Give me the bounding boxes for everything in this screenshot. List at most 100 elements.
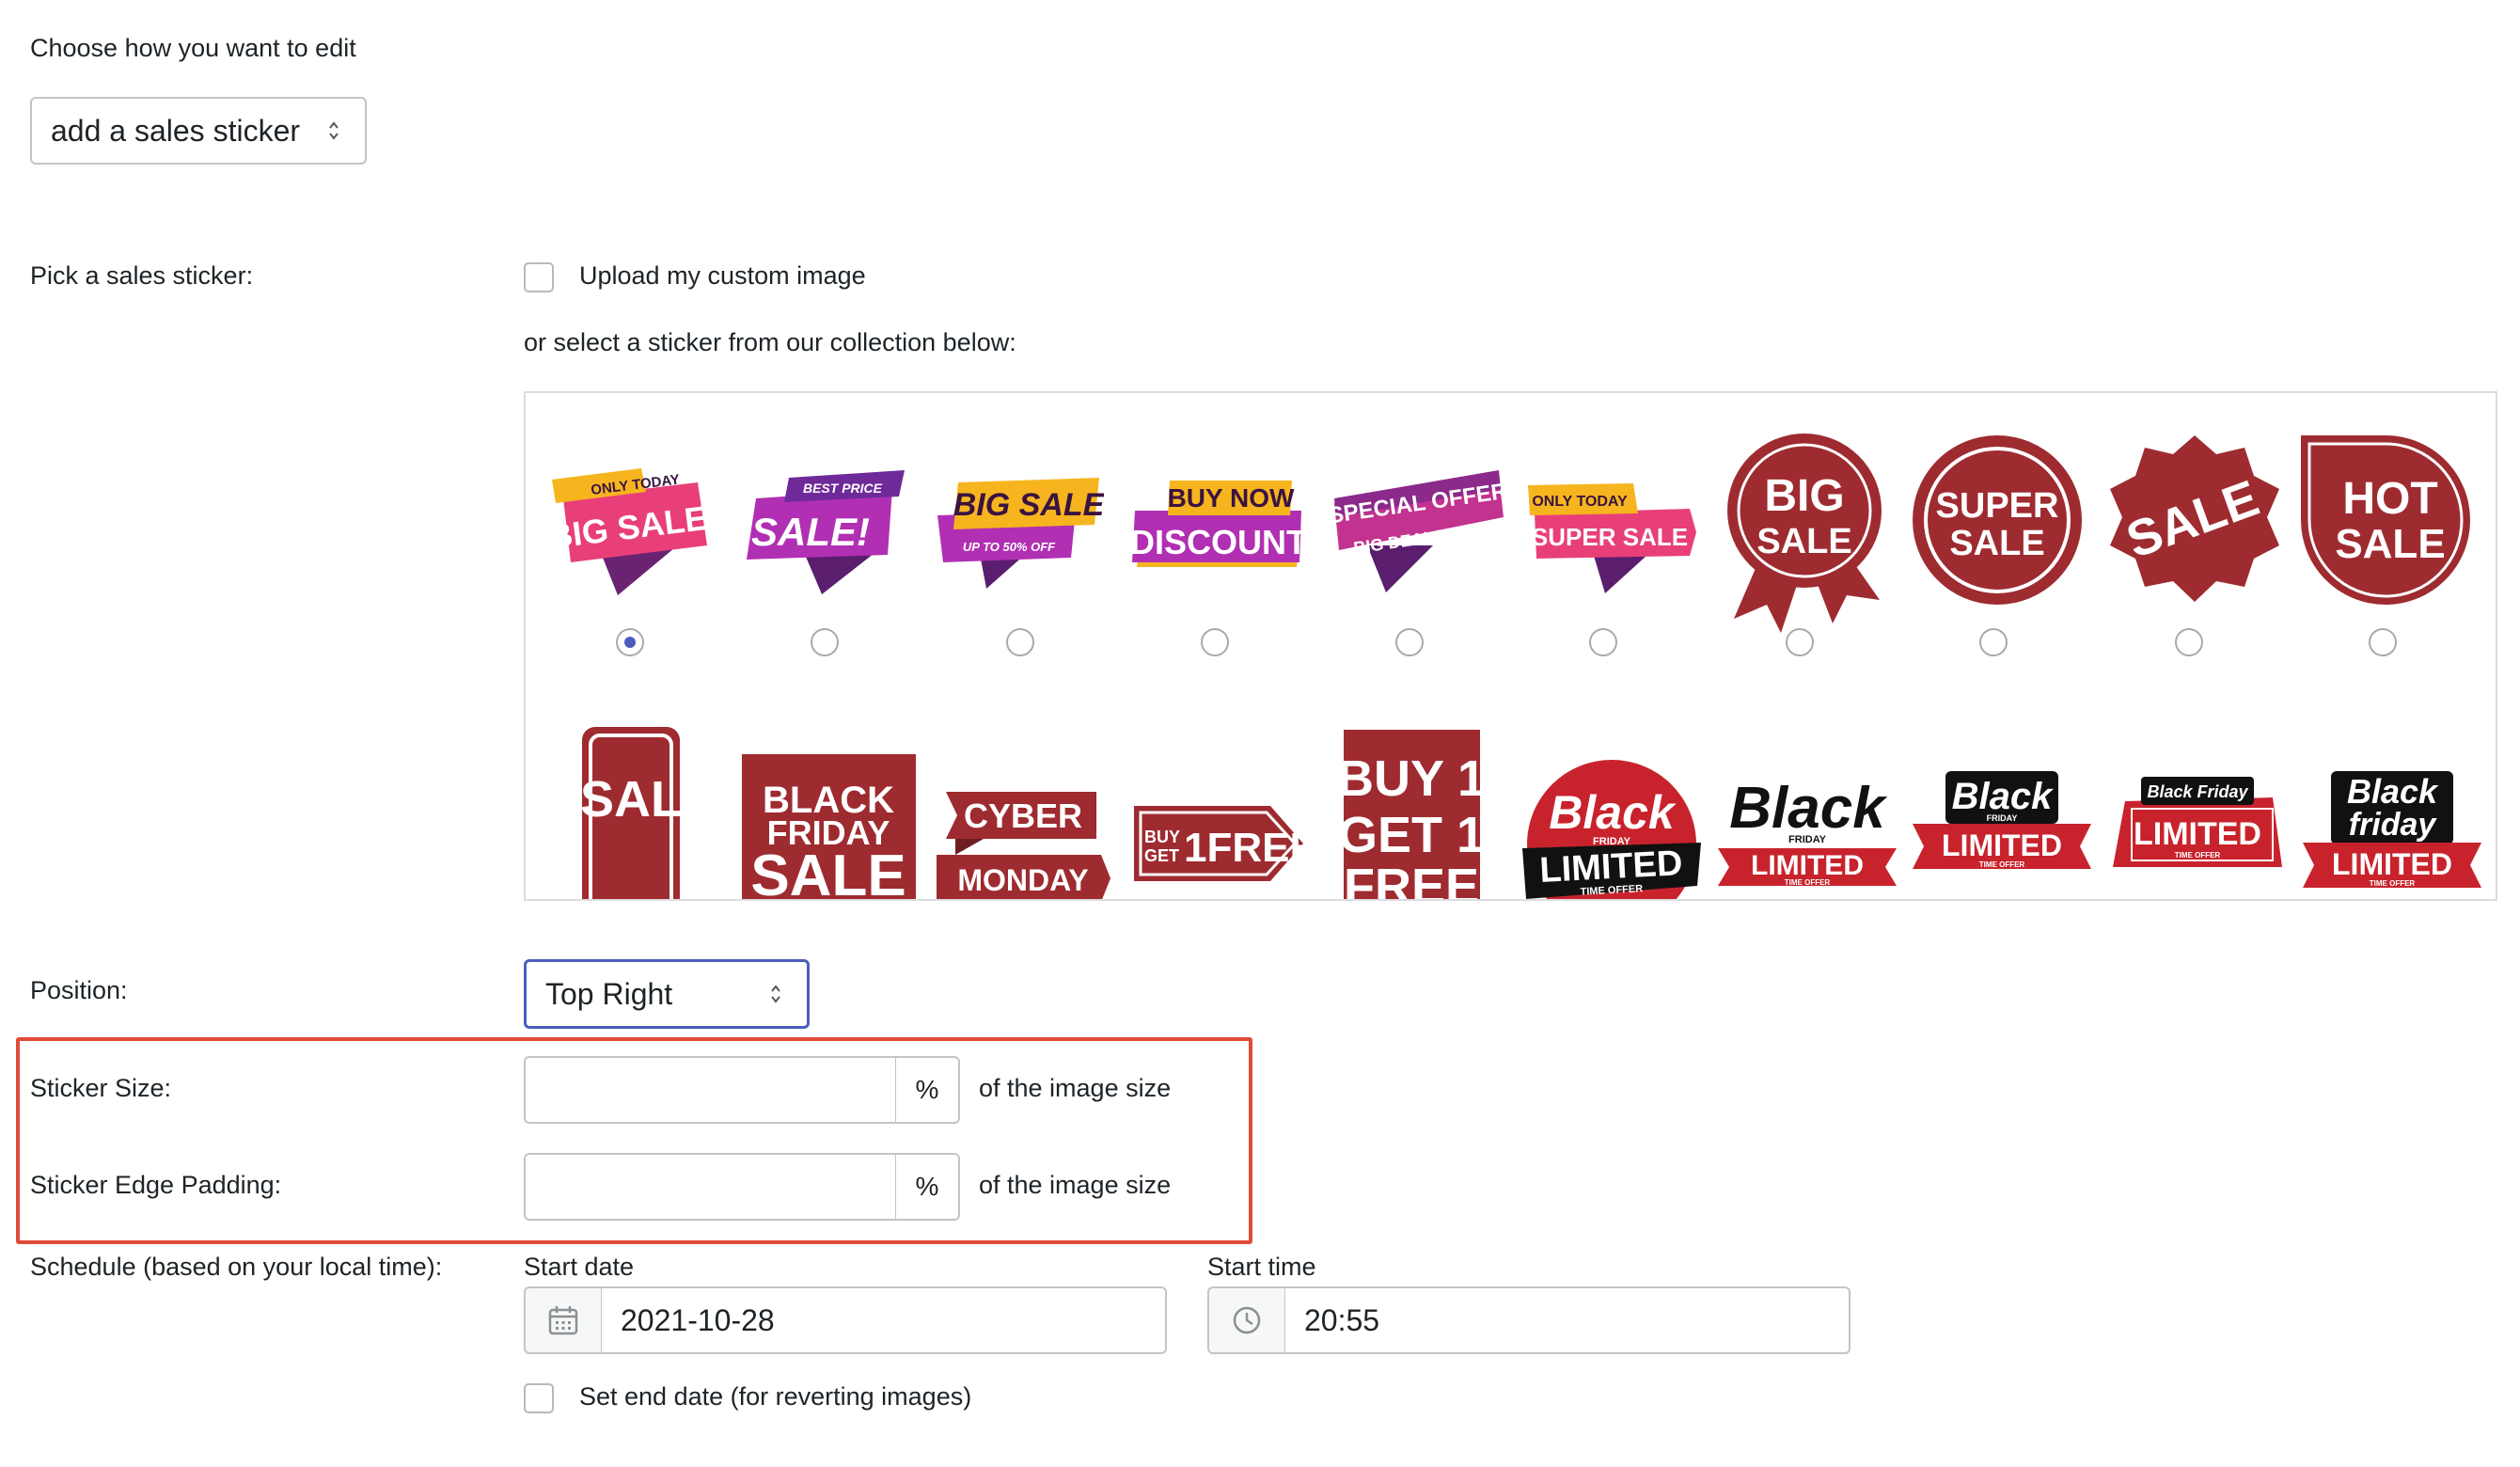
sticker-radio-1[interactable] xyxy=(616,628,644,656)
start-date-label: Start date xyxy=(524,1253,635,1281)
end-date-checkbox[interactable] xyxy=(524,1383,554,1413)
sticker-big-sale-only-today[interactable]: ONLY TODAY BIG SALE xyxy=(543,459,717,600)
svg-text:1FREE: 1FREE xyxy=(1184,825,1308,871)
sticker-buy-now-discount[interactable]: BUY NOW DISCOUNT xyxy=(1132,464,1306,600)
sticker-cyber-monday[interactable]: CYBER MONDAY xyxy=(937,784,1110,901)
sticker-gallery[interactable]: ONLY TODAY BIG SALE BEST PRICE SALE! BIG… xyxy=(524,391,2497,901)
svg-text:SALE!: SALE! xyxy=(751,510,870,554)
sticker-special-offer-big-deals[interactable]: SPECIAL OFFER BIG DEALS xyxy=(1330,461,1508,602)
sticker-super-sale-only-today[interactable]: ONLY TODAY SUPER SALE xyxy=(1525,466,1699,598)
svg-text:BIG: BIG xyxy=(1764,471,1844,521)
svg-text:Black: Black xyxy=(1952,776,2054,817)
svg-text:Black: Black xyxy=(1549,786,1677,839)
sticker-big-sale-badge[interactable]: BIG SALE xyxy=(1715,421,1894,633)
svg-text:LIMITED: LIMITED xyxy=(1751,850,1864,881)
svg-text:SAL: SAL xyxy=(582,771,682,828)
edit-mode-value: add a sales sticker xyxy=(51,113,301,148)
svg-text:TIME OFFER: TIME OFFER xyxy=(2370,879,2416,888)
sticker-size-suffix: of the image size xyxy=(979,1074,1172,1102)
sticker-radio-8[interactable] xyxy=(1979,628,2008,656)
sticker-radio-3[interactable] xyxy=(1006,628,1034,656)
sticker-black-friday-limited-round[interactable]: Black FRIDAY LIMITED TIME OFFER xyxy=(1522,758,1701,899)
svg-text:TIME OFFER: TIME OFFER xyxy=(1785,878,1831,887)
edge-padding-suffix: of the image size xyxy=(979,1171,1172,1199)
sticker-hot-sale-badge[interactable]: HOT SALE xyxy=(2296,431,2475,609)
svg-text:MONDAY: MONDAY xyxy=(957,863,1088,897)
svg-text:SUPER: SUPER xyxy=(1936,486,2059,526)
start-time-input[interactable]: 20:55 xyxy=(1285,1286,1851,1354)
svg-text:BUY NOW: BUY NOW xyxy=(1168,483,1295,513)
sticker-sale-vertical[interactable]: SAL xyxy=(582,727,685,901)
edge-padding-input[interactable] xyxy=(524,1153,897,1221)
position-value: Top Right xyxy=(545,976,673,1011)
sticker-radio-4[interactable] xyxy=(1201,628,1229,656)
schedule-label: Schedule (based on your local time): xyxy=(30,1253,443,1281)
sticker-radio-6[interactable] xyxy=(1589,628,1617,656)
edge-padding-unit: % xyxy=(896,1153,960,1221)
svg-text:HOT: HOT xyxy=(2342,474,2437,524)
start-time-label: Start time xyxy=(1207,1253,1316,1281)
position-label: Position: xyxy=(30,976,128,1004)
sticker-size-unit: % xyxy=(896,1056,960,1124)
position-select[interactable]: Top Right xyxy=(524,959,810,1029)
svg-text:CYBER: CYBER xyxy=(964,797,1082,835)
svg-text:BUY: BUY xyxy=(1144,828,1180,846)
svg-text:LIMITED: LIMITED xyxy=(2332,847,2452,881)
svg-text:DISCOUNT: DISCOUNT xyxy=(1132,523,1306,561)
sticker-super-sale-badge[interactable]: SUPER SALE xyxy=(1908,431,2087,609)
svg-text:UP TO 50% OFF: UP TO 50% OFF xyxy=(963,540,1056,554)
svg-text:TIME OFFER: TIME OFFER xyxy=(2175,851,2221,860)
svg-text:FREE: FREE xyxy=(1344,859,1479,901)
sticker-size-label: Sticker Size: xyxy=(30,1074,172,1102)
sticker-sale-badge[interactable]: SALE xyxy=(2105,431,2284,609)
edit-mode-select[interactable]: add a sales sticker xyxy=(30,97,367,165)
upload-custom-image-checkbox[interactable] xyxy=(524,262,554,292)
start-date-input[interactable]: 2021-10-28 xyxy=(602,1286,1167,1354)
svg-text:BIG SALE: BIG SALE xyxy=(953,487,1104,523)
sticker-black-friday-limited-2[interactable]: Black FRIDAY LIMITED TIME OFFER xyxy=(1913,769,2091,887)
svg-text:SALE: SALE xyxy=(750,844,906,901)
sticker-radio-10[interactable] xyxy=(2369,628,2397,656)
svg-text:FRIDAY: FRIDAY xyxy=(1788,834,1827,845)
clock-icon-box[interactable] xyxy=(1207,1286,1286,1354)
edit-mode-label: Choose how you want to edit xyxy=(30,34,356,62)
sticker-size-input[interactable] xyxy=(524,1056,897,1124)
svg-text:BUY 1: BUY 1 xyxy=(1344,750,1485,807)
svg-text:SUPER SALE: SUPER SALE xyxy=(1532,523,1688,551)
sticker-radio-9[interactable] xyxy=(2175,628,2203,656)
svg-text:ONLY TODAY: ONLY TODAY xyxy=(1532,494,1628,510)
svg-text:FRIDAY: FRIDAY xyxy=(1987,813,2018,823)
sticker-black-friday-sale[interactable]: BLACK FRIDAY SALE xyxy=(742,754,916,901)
sticker-sale-best-price[interactable]: BEST PRICE SALE! xyxy=(737,461,911,602)
select-arrows-icon xyxy=(771,985,780,1003)
sticker-buy-1-get-1-free[interactable]: BUY 1 GET 1 FREE xyxy=(1344,730,1485,901)
clock-icon xyxy=(1233,1306,1261,1334)
end-date-label[interactable]: Set end date (for reverting images) xyxy=(579,1382,971,1412)
svg-text:Black: Black xyxy=(1729,776,1888,841)
svg-text:LIMITED: LIMITED xyxy=(1538,844,1683,891)
collection-hint: or select a sticker from our collection … xyxy=(524,328,1016,356)
sticker-black-friday-limited-4[interactable]: Black friday LIMITED TIME OFFER xyxy=(2303,769,2481,891)
sticker-picker-label: Pick a sales sticker: xyxy=(30,261,254,290)
svg-text:Black: Black xyxy=(2347,772,2439,811)
sticker-radio-5[interactable] xyxy=(1395,628,1424,656)
svg-text:Black Friday: Black Friday xyxy=(2147,782,2248,801)
sticker-buy-1-get-1-free-tag[interactable]: BUY GET 1FREE xyxy=(1129,801,1308,886)
svg-text:BEST PRICE: BEST PRICE xyxy=(803,481,883,496)
calendar-icon xyxy=(548,1306,578,1335)
svg-text:LIMITED: LIMITED xyxy=(2134,816,2261,852)
sticker-big-sale-up-to-50[interactable]: BIG SALE UP TO 50% OFF xyxy=(930,468,1104,600)
svg-text:friday: friday xyxy=(2349,807,2438,843)
calendar-icon-box[interactable] xyxy=(524,1286,603,1354)
svg-text:SALE: SALE xyxy=(1949,524,2044,563)
svg-text:SALE: SALE xyxy=(1756,522,1851,561)
svg-text:LIMITED: LIMITED xyxy=(1942,828,2062,862)
svg-text:SALE: SALE xyxy=(2335,521,2445,567)
upload-custom-image-label[interactable]: Upload my custom image xyxy=(579,261,866,291)
sticker-black-friday-limited-3[interactable]: Black Friday LIMITED TIME OFFER xyxy=(2108,773,2287,886)
sticker-radio-7[interactable] xyxy=(1786,628,1814,656)
svg-text:GET: GET xyxy=(1144,846,1179,865)
svg-text:GET 1: GET 1 xyxy=(1344,807,1485,863)
sticker-radio-2[interactable] xyxy=(811,628,839,656)
sticker-black-friday-limited-1[interactable]: Black FRIDAY LIMITED TIME OFFER xyxy=(1718,769,1897,891)
